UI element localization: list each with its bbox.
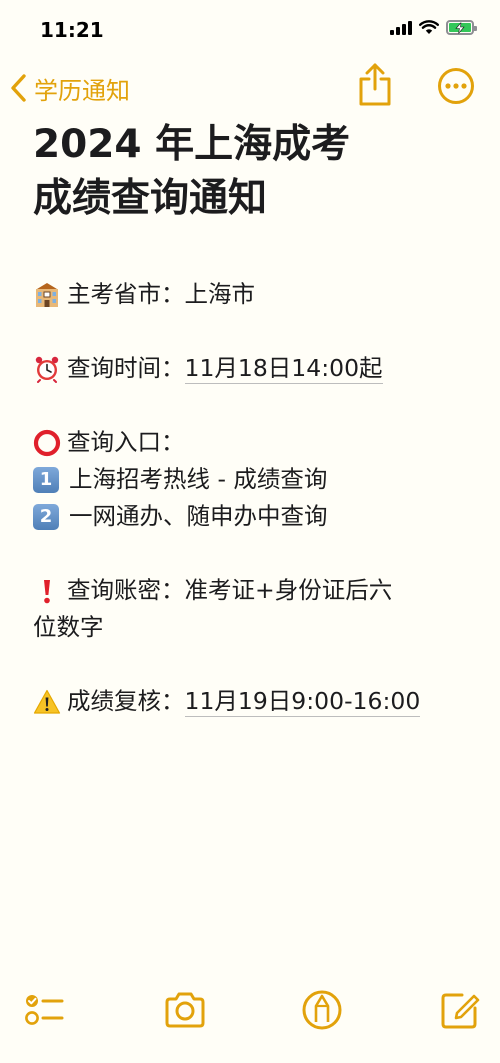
checklist-icon[interactable] [22, 988, 66, 1032]
red-circle-icon [33, 429, 61, 456]
account-line: 查询账密： 准考证+身份证后六 [33, 572, 473, 609]
navigation-bar: 学历通知 [0, 60, 500, 116]
camera-icon[interactable] [163, 988, 207, 1032]
compose-icon[interactable] [438, 988, 482, 1032]
entry-item-text: 一网通办、随申办中查询 [69, 502, 328, 530]
account-label: 查询账密： [67, 576, 185, 604]
entry-label: 查询入口： [67, 428, 185, 456]
review-value[interactable]: 11月19日9:00-16:00 [184, 686, 421, 717]
query-time-label: 查询时间： [67, 354, 185, 382]
query-time-line: 查询时间： 11月18日14:00起 [33, 350, 473, 387]
back-button[interactable]: 学历通知 [8, 66, 130, 110]
review-label: 成绩复核： [67, 687, 185, 715]
status-icons [390, 20, 477, 35]
status-bar: 11:21 [0, 0, 500, 58]
note-title[interactable]: 2024 年上海成考 成绩查询通知 [33, 118, 473, 226]
account-value: 准考证+身份证后六 [184, 576, 393, 604]
share-icon[interactable] [356, 62, 394, 108]
warning-icon [33, 689, 61, 714]
chevron-left-icon [11, 74, 26, 102]
wifi-icon [419, 20, 439, 34]
battery-icon [446, 20, 477, 35]
bottom-toolbar [0, 980, 500, 1040]
alarm-clock-icon [35, 356, 59, 383]
note-title-line: 2024 年上海成考 [33, 122, 351, 167]
account-value-cont: 位数字 [33, 613, 104, 641]
location-label: 主考省市： [67, 280, 185, 308]
note-title-line: 成绩查询通知 [33, 176, 268, 221]
cellular-signal-icon [390, 20, 412, 35]
note-body[interactable]: 主考省市： 上海市 查询时间： 11月18日14:00起 查询入口： 1 上海招… [33, 276, 473, 720]
notes-screen: 11:21 学历通知 2024 年上海成考 成绩查询通知 主考省市： 上海市 查… [0, 0, 500, 1063]
review-line: 成绩复核： 11月19日9:00-16:00 [33, 683, 473, 720]
charging-bolt-icon [455, 22, 465, 33]
keycap-two-icon: 2 [33, 503, 59, 530]
markup-icon[interactable] [300, 988, 344, 1032]
account-line-cont: 位数字 [33, 609, 473, 646]
exclamation-icon [44, 579, 50, 603]
entry-item: 1 上海招考热线 - 成绩查询 [33, 461, 473, 498]
location-value: 上海市 [184, 280, 256, 308]
keycap-one-icon: 1 [33, 466, 59, 493]
status-time: 11:21 [40, 18, 104, 42]
query-time-value[interactable]: 11月18日14:00起 [184, 353, 383, 384]
back-label: 学历通知 [34, 76, 130, 105]
entry-item: 2 一网通办、随申办中查询 [33, 498, 473, 535]
location-line: 主考省市： 上海市 [33, 276, 473, 313]
school-building-icon [36, 282, 58, 307]
more-options-icon[interactable] [437, 67, 475, 105]
entry-item-text: 上海招考热线 - 成绩查询 [69, 465, 328, 493]
entry-line: 查询入口： [33, 424, 473, 461]
